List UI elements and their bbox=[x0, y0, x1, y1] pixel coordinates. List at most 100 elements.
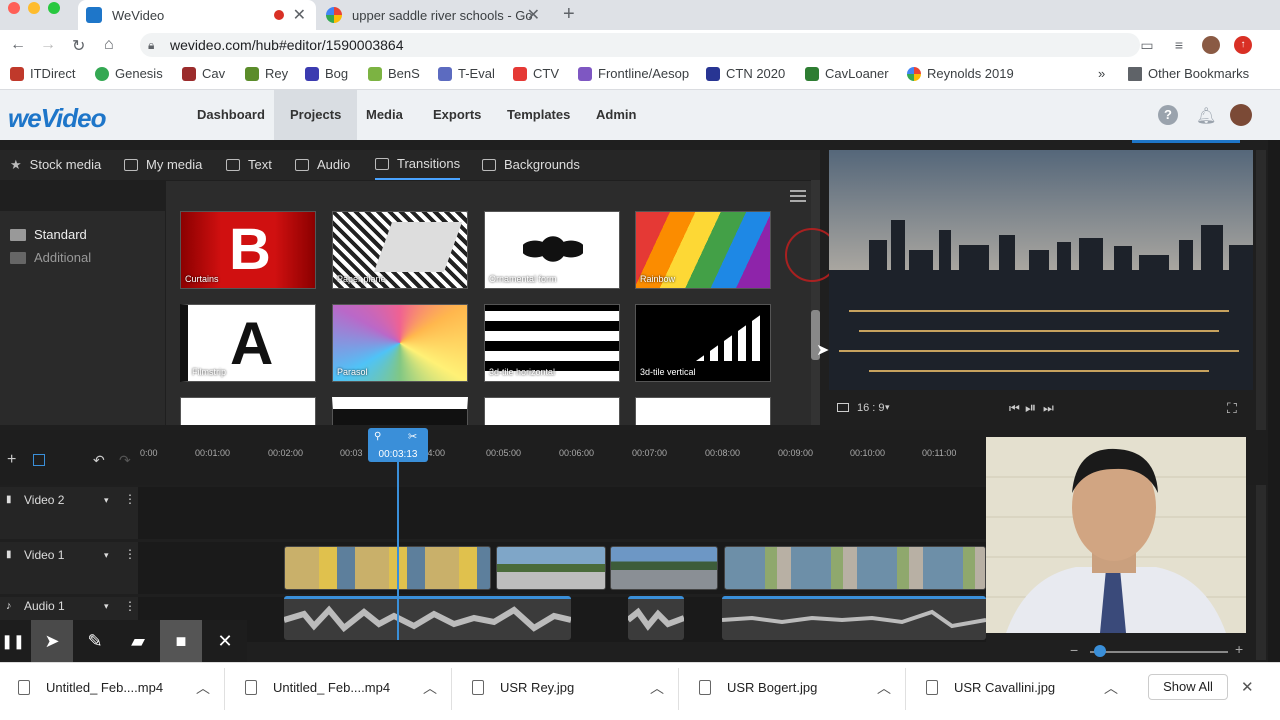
audio-clip[interactable] bbox=[284, 596, 571, 640]
transition-thumbnail[interactable] bbox=[332, 397, 468, 425]
transition-filmstrip[interactable]: A Filmstrip bbox=[180, 304, 316, 382]
nav-dashboard[interactable]: Dashboard bbox=[181, 90, 281, 140]
zoom-slider-knob[interactable] bbox=[1094, 645, 1106, 657]
redo-icon[interactable]: ↷ bbox=[119, 452, 131, 469]
chevron-up-icon[interactable]: ︿ bbox=[877, 678, 891, 698]
pause-icon[interactable]: ❚❚ bbox=[0, 620, 26, 662]
video-clip[interactable] bbox=[610, 546, 718, 590]
forward-icon[interactable]: → bbox=[40, 36, 56, 54]
close-tab-icon[interactable]: ✕ bbox=[527, 5, 540, 25]
nav-media[interactable]: Media bbox=[350, 90, 419, 140]
download-item[interactable]: USR Cavallini.jpg bbox=[926, 680, 1055, 695]
video-clip[interactable] bbox=[284, 546, 491, 590]
other-bookmarks[interactable]: Other Bookmarks bbox=[1128, 66, 1249, 81]
avatar[interactable] bbox=[1230, 104, 1252, 126]
bookmark-item[interactable]: Bog bbox=[305, 66, 348, 81]
right-scrollbar[interactable] bbox=[1256, 150, 1266, 660]
highlighter-tool-icon[interactable]: ▰ bbox=[117, 620, 159, 662]
camera-tool-icon[interactable]: ■ bbox=[160, 620, 202, 662]
audio-clip[interactable] bbox=[722, 596, 986, 640]
tab-text[interactable]: Text bbox=[226, 150, 272, 180]
marker-pin-icon[interactable]: ⚲ bbox=[374, 431, 381, 442]
chevron-up-icon[interactable]: ︿ bbox=[423, 678, 437, 698]
more-vertical-icon[interactable]: ⋮ bbox=[124, 599, 136, 613]
more-vertical-icon[interactable]: ⋮ bbox=[124, 547, 136, 561]
tab-my-media[interactable]: My media bbox=[124, 150, 202, 180]
browser-tab-wevideo[interactable]: WeVideo ✕ bbox=[78, 0, 316, 30]
chevron-down-icon[interactable]: ▾ bbox=[885, 402, 890, 413]
transition-3d-tile-vertical[interactable]: 3d-tile vertical bbox=[635, 304, 771, 382]
bookmark-item[interactable]: CavLoaner bbox=[805, 66, 889, 81]
skip-back-icon[interactable]: ⏮ bbox=[1009, 401, 1020, 416]
cursor-tool-icon[interactable]: ➤ bbox=[31, 620, 73, 662]
bookmark-item[interactable]: Frontline/Aesop bbox=[578, 66, 689, 81]
transition-curtains[interactable]: B Curtains bbox=[180, 211, 316, 289]
nav-exports[interactable]: Exports bbox=[417, 90, 497, 140]
nav-projects[interactable]: Projects bbox=[274, 90, 358, 140]
close-downloads-icon[interactable]: ✕ bbox=[1241, 678, 1254, 696]
video-clip[interactable] bbox=[724, 546, 986, 590]
bookmark-item[interactable]: Reynolds 2019 bbox=[907, 66, 1014, 81]
bookmark-item[interactable]: CTV bbox=[513, 66, 559, 81]
video-preview[interactable] bbox=[829, 150, 1253, 390]
pen-tool-icon[interactable]: ✎ bbox=[74, 620, 116, 662]
download-item[interactable]: Untitled_ Feb....mp4 bbox=[18, 680, 163, 695]
bookmark-item[interactable]: BenS bbox=[368, 66, 420, 81]
play-icon[interactable]: ⏯ bbox=[1025, 399, 1036, 416]
more-vertical-icon[interactable]: ⋮ bbox=[124, 492, 136, 506]
transition-ornamental-form[interactable]: Ornamental form bbox=[484, 211, 620, 289]
scissors-icon[interactable]: ✂ bbox=[408, 430, 417, 443]
video-clip[interactable] bbox=[496, 546, 606, 590]
chevron-down-icon[interactable]: ▾ bbox=[104, 495, 109, 506]
wevideo-logo[interactable]: weVideo bbox=[8, 103, 107, 134]
tab-transitions[interactable]: Transitions bbox=[375, 150, 461, 180]
chevron-down-icon[interactable]: ▾ bbox=[104, 601, 109, 612]
tab-stock-media[interactable]: ★ Stock media bbox=[10, 150, 101, 180]
bookmark-item[interactable]: Genesis bbox=[95, 66, 163, 81]
bookmark-item[interactable]: ITDirect bbox=[10, 66, 76, 81]
reload-icon[interactable]: ↻ bbox=[72, 36, 85, 56]
bookmark-item[interactable]: Cav bbox=[182, 66, 225, 81]
chevron-up-icon[interactable]: ︿ bbox=[650, 678, 664, 698]
bookmark-item[interactable]: CTN 2020 bbox=[706, 66, 785, 81]
menu-icon[interactable] bbox=[790, 190, 806, 202]
menu-list-icon[interactable]: ≡ bbox=[1170, 36, 1188, 54]
publish-button-edge[interactable] bbox=[1132, 140, 1240, 143]
download-item[interactable]: Untitled_ Feb....mp4 bbox=[245, 680, 390, 695]
folder-standard[interactable]: Standard bbox=[10, 227, 87, 242]
download-item[interactable]: USR Bogert.jpg bbox=[699, 680, 817, 695]
scrollbar[interactable] bbox=[811, 180, 820, 425]
track-video2[interactable] bbox=[138, 487, 986, 539]
tab-backgrounds[interactable]: Backgrounds bbox=[482, 150, 580, 180]
bookmarks-overflow-button[interactable]: » bbox=[1098, 66, 1105, 81]
address-bar[interactable]: 🔒︎ wevideo.com/hub#editor/1590003864 bbox=[140, 33, 1140, 57]
fullscreen-icon[interactable]: ⛶ bbox=[1227, 400, 1237, 417]
transition-3d-tile-horizontal[interactable]: 3d-tile horizontal bbox=[484, 304, 620, 382]
profile-avatar[interactable] bbox=[1202, 36, 1220, 54]
select-icon[interactable] bbox=[33, 454, 45, 466]
chevron-down-icon[interactable]: ▾ bbox=[104, 550, 109, 561]
minimize-window-button[interactable] bbox=[28, 2, 40, 14]
update-icon[interactable]: ↑ bbox=[1234, 36, 1252, 54]
aspect-ratio-select[interactable]: 16 : 9 bbox=[857, 402, 885, 414]
transition-thumbnail[interactable] bbox=[180, 397, 316, 425]
transition-paper-plane[interactable]: Paper plane bbox=[332, 211, 468, 289]
bookmark-item[interactable]: T-Eval bbox=[438, 66, 495, 81]
close-window-button[interactable] bbox=[8, 2, 20, 14]
bookmark-item[interactable]: Rey bbox=[245, 66, 288, 81]
zoom-window-button[interactable] bbox=[48, 2, 60, 14]
transition-rainbow[interactable]: Rainbow bbox=[635, 211, 771, 289]
tab-audio[interactable]: Audio bbox=[295, 150, 350, 180]
chevron-up-icon[interactable]: ︿ bbox=[1104, 678, 1118, 698]
browser-tab-google[interactable]: upper saddle river schools - Go ✕ bbox=[318, 0, 550, 30]
nav-admin[interactable]: Admin bbox=[580, 90, 652, 140]
bell-icon[interactable]: 🔔︎ bbox=[1196, 106, 1216, 126]
close-toolbar-icon[interactable]: ✕ bbox=[204, 620, 246, 662]
transition-thumbnail[interactable] bbox=[635, 397, 771, 425]
show-all-button[interactable]: Show All bbox=[1148, 674, 1228, 700]
playhead-handle[interactable]: ⚲ ✂ 00:03:13 bbox=[368, 428, 428, 462]
transition-parasol[interactable]: Parasol bbox=[332, 304, 468, 382]
zoom-slider[interactable] bbox=[1090, 651, 1228, 653]
back-icon[interactable]: ← bbox=[10, 36, 26, 54]
folder-additional[interactable]: Additional bbox=[10, 250, 91, 265]
